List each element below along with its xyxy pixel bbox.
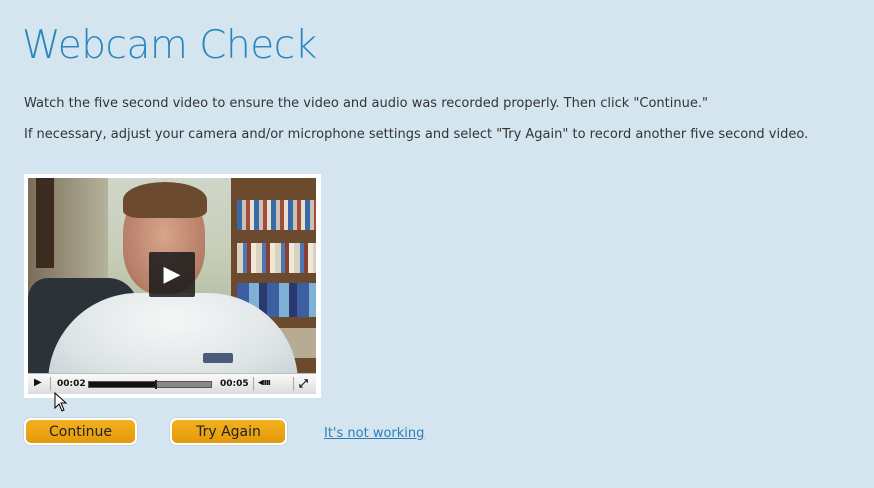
- current-time: 00:02: [57, 379, 86, 389]
- seek-progress: [89, 382, 157, 387]
- continue-button[interactable]: Continue: [24, 418, 137, 445]
- video-frame[interactable]: ▶: [28, 178, 316, 373]
- video-scene-shelf: [237, 200, 316, 230]
- total-time: 00:05: [220, 379, 249, 389]
- volume-icon[interactable]: ◂ıııı: [258, 378, 271, 388]
- video-scene-person-hair: [123, 182, 207, 218]
- video-scene-door: [36, 178, 54, 268]
- play-icon: ▶: [163, 262, 181, 287]
- control-divider: [253, 377, 254, 391]
- try-again-button[interactable]: Try Again: [170, 418, 287, 445]
- instruction-text-2: If necessary, adjust your camera and/or …: [24, 127, 809, 142]
- play-icon[interactable]: ▶: [34, 377, 42, 388]
- video-scene-shelf: [237, 243, 316, 273]
- instruction-text-1: Watch the five second video to ensure th…: [24, 96, 708, 111]
- control-divider: [293, 377, 294, 391]
- not-working-link[interactable]: It's not working: [324, 426, 424, 441]
- video-player: ▶ ▶ 00:02 00:05 ◂ıııı ⤢: [24, 174, 321, 398]
- mouse-cursor-icon: [54, 392, 68, 412]
- video-scene-shirt-logo: [203, 353, 233, 363]
- fullscreen-icon[interactable]: ⤢: [299, 377, 308, 391]
- player-controls: ▶ 00:02 00:05 ◂ıııı ⤢: [28, 373, 316, 394]
- page-title: Webcam Check: [22, 23, 317, 68]
- control-divider: [50, 377, 51, 391]
- seek-bar[interactable]: [88, 380, 212, 389]
- play-overlay-button[interactable]: ▶: [149, 252, 195, 297]
- seek-handle[interactable]: [155, 380, 158, 389]
